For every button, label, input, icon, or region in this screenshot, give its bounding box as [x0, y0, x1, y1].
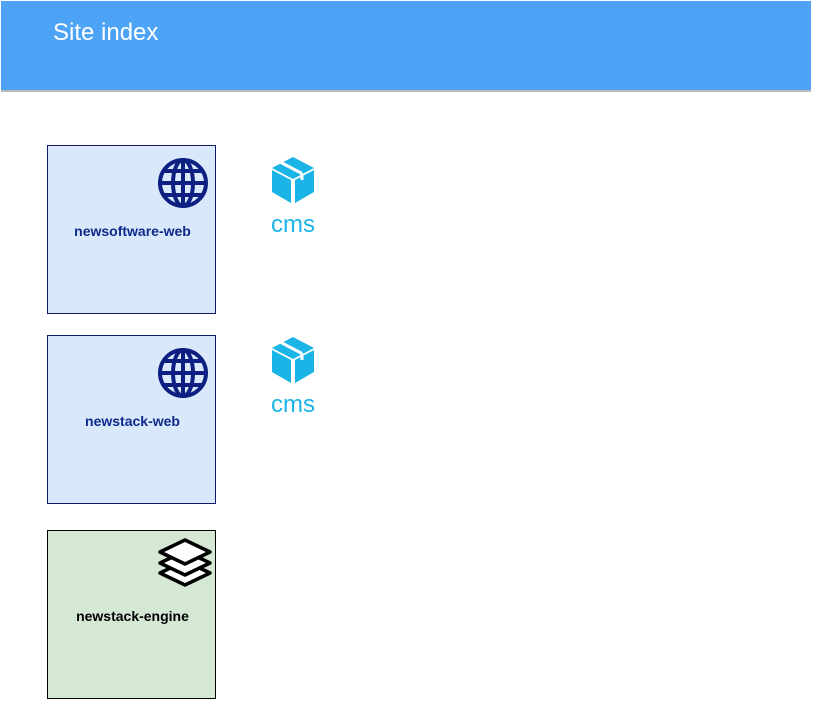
service-label: cms: [271, 391, 315, 418]
node-newstack-web[interactable]: newstack-web: [47, 335, 216, 504]
page-title: Site index: [53, 19, 159, 46]
node-label: newstack-web: [85, 413, 180, 429]
service-label: cms: [271, 211, 315, 238]
service-cms[interactable]: cms: [266, 155, 320, 245]
layers-icon: [158, 538, 212, 587]
package-icon: [272, 157, 314, 203]
page-header: Site index: [1, 1, 811, 92]
package-icon: [272, 337, 314, 383]
node-newsoftware-web[interactable]: newsoftware-web: [47, 145, 216, 314]
node-newstack-engine[interactable]: newstack-engine: [47, 530, 216, 699]
globe-icon: [158, 348, 208, 398]
node-label: newsoftware-web: [74, 223, 191, 239]
globe-icon: [158, 158, 208, 208]
node-label: newstack-engine: [76, 608, 189, 624]
service-cms[interactable]: cms: [266, 335, 320, 425]
